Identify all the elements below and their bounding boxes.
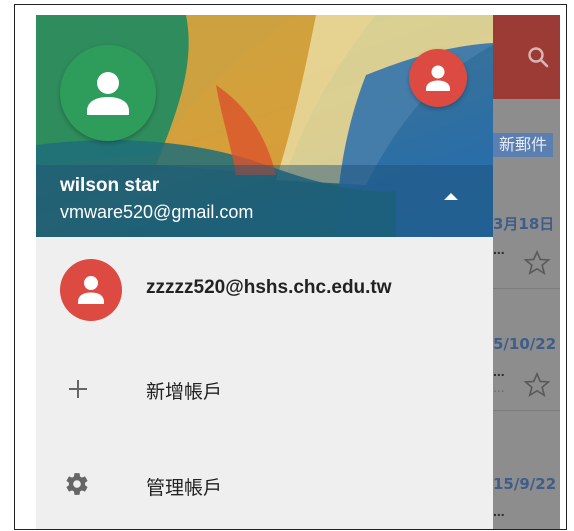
person-icon [87, 72, 129, 115]
screenshot-frame: 新郵件 3月18日 ... 5/10/22 ... ... 15/9/22 ..… [14, 4, 567, 530]
account-header[interactable]: wilson star vmware520@gmail.com [36, 15, 493, 237]
mail-date: 5/10/22 [493, 335, 557, 353]
mail-sender: ... [493, 503, 505, 519]
switch-account-avatar[interactable] [409, 49, 467, 107]
person-icon [78, 276, 104, 304]
star-icon[interactable] [523, 249, 551, 277]
person-icon [426, 65, 450, 91]
other-account-avatar [60, 259, 122, 321]
mail-date: 3月18日 [493, 215, 555, 233]
current-account-avatar[interactable] [60, 45, 156, 141]
list-item[interactable]: 5/10/22 ... ... [493, 315, 560, 411]
navigation-drawer: wilson star vmware520@gmail.com zzzzz520… [36, 15, 493, 529]
search-icon[interactable] [526, 45, 550, 69]
caret-up-icon[interactable] [440, 189, 462, 205]
mail-snippet: ... [493, 379, 505, 395]
list-item[interactable]: 15/9/22 ... [493, 455, 560, 529]
list-item[interactable]: 3月18日 ... [493, 193, 560, 289]
gear-icon [66, 473, 88, 495]
star-icon[interactable] [523, 371, 551, 399]
mail-date: 15/9/22 [493, 475, 557, 493]
account-name: wilson star [60, 175, 160, 196]
other-account-email: zzzzz520@hshs.chc.edu.tw [146, 277, 392, 298]
mail-sender: ... [493, 241, 505, 257]
manage-accounts-label: 管理帳戶 [146, 477, 223, 499]
manage-accounts-item[interactable]: 管理帳戶 [36, 435, 493, 525]
new-mail-badge[interactable]: 新郵件 [493, 133, 554, 157]
account-email: vmware520@gmail.com [60, 202, 254, 222]
plus-icon [69, 380, 87, 398]
add-account-item[interactable]: 新增帳戶 [36, 337, 493, 427]
add-account-label: 新增帳戶 [146, 381, 223, 403]
other-account-item[interactable]: zzzzz520@hshs.chc.edu.tw [36, 237, 493, 335]
mail-sender: ... [493, 363, 505, 379]
phone-screen: 新郵件 3月18日 ... 5/10/22 ... ... 15/9/22 ..… [36, 15, 560, 529]
